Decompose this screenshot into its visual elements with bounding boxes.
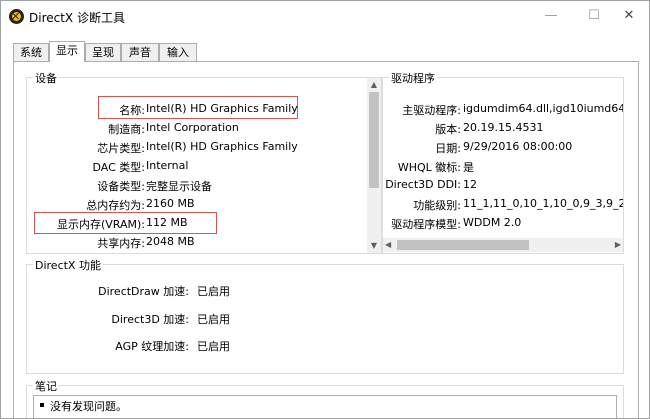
main-driver-label: 主驱动程序: (402, 104, 461, 117)
features-group-title: DirectX 功能 (33, 257, 103, 273)
scroll-left-arrow-icon[interactable]: ◀ (385, 239, 391, 251)
directdraw-accel-label: DirectDraw 加速: (98, 285, 189, 298)
whql-value: 是 (463, 161, 474, 174)
driver-version-label: 版本: (435, 123, 461, 136)
main-driver-value: igdumdim64.dll,igd10iumd64.dll,igd1 (463, 102, 623, 115)
directx-icon (9, 9, 24, 24)
tab-input[interactable]: 输入 (159, 43, 197, 61)
driver-model-value: WDDM 2.0 (463, 216, 522, 229)
maximize-button[interactable]: ☐ (582, 7, 606, 25)
d3d-ddi-value: 12 (463, 178, 477, 191)
device-info-list: 名称: Intel(R) HD Graphics Family 制造商: Int… (27, 78, 367, 253)
device-group: 设备 名称: Intel(R) HD Graphics Family 制造商: … (26, 70, 382, 254)
total-memory-value: 2160 MB (146, 197, 195, 210)
agp-texture-accel-label: AGP 纹理加速: (115, 340, 189, 353)
minimize-button[interactable]: — (539, 7, 563, 25)
device-scroll-thumb[interactable] (369, 92, 379, 188)
driver-model-label: 驱动程序模型: (391, 218, 461, 231)
total-memory-label: 总内存约为: (86, 199, 145, 212)
device-name-label: 名称: (119, 104, 145, 117)
scroll-down-arrow-icon[interactable]: ▼ (367, 240, 381, 252)
feature-levels-label: 功能级别: (413, 199, 461, 212)
scroll-right-arrow-icon[interactable]: ▶ (615, 239, 621, 251)
driver-scroll-thumb[interactable] (397, 240, 529, 250)
dac-type-label: DAC 类型: (92, 161, 146, 174)
tab-render[interactable]: 呈现 (85, 43, 121, 61)
shared-memory-value: 2048 MB (146, 235, 195, 248)
driver-info-list: 主驱动程序: igdumdim64.dll,igd10iumd64.dll,ig… (383, 78, 623, 238)
bullet-icon (40, 403, 44, 407)
tab-sound[interactable]: 声音 (121, 43, 159, 61)
driver-horizontal-scrollbar[interactable]: ◀ ▶ (383, 238, 623, 252)
chip-type-label: 芯片类型: (97, 142, 145, 155)
scroll-up-arrow-icon[interactable]: ▲ (367, 79, 381, 91)
manufacturer-value: Intel Corporation (146, 121, 239, 134)
device-vertical-scrollbar[interactable]: ▲ ▼ (367, 78, 381, 253)
tab-display[interactable]: 显示 (49, 41, 85, 62)
directx-features-group: DirectX 功能 DirectDraw 加速: 已启用 Direct3D 加… (26, 257, 624, 374)
notes-group: 笔记 没有发现问题。 (26, 378, 624, 418)
driver-version-value: 20.19.15.4531 (463, 121, 544, 134)
driver-date-value: 9/29/2016 08:00:00 (463, 140, 573, 153)
directx-diag-window: DirectX 诊断工具 — ☐ ✕ 系统 显示 呈现 声音 输入 设备 名称:… (0, 0, 650, 419)
vram-value: 112 MB (146, 216, 188, 229)
tab-system[interactable]: 系统 (13, 43, 49, 61)
direct3d-accel-label: Direct3D 加速: (111, 313, 189, 326)
title-bar[interactable]: DirectX 诊断工具 — ☐ ✕ (1, 1, 649, 32)
dac-type-value: Internal (146, 159, 189, 172)
window-title: DirectX 诊断工具 (29, 11, 125, 25)
driver-group: 驱动程序 主驱动程序: igdumdim64.dll,igd10iumd64.d… (382, 70, 624, 254)
whql-label: WHQL 徽标: (397, 161, 461, 174)
d3d-ddi-label: Direct3D DDI: (385, 178, 461, 191)
agp-texture-accel-value: 已启用 (197, 340, 230, 353)
device-type-label: 设备类型: (97, 180, 145, 193)
device-name-value: Intel(R) HD Graphics Family (146, 102, 298, 115)
manufacturer-label: 制造商: (108, 123, 145, 136)
shared-memory-label: 共享内存: (97, 237, 145, 250)
chip-type-value: Intel(R) HD Graphics Family (146, 140, 298, 153)
direct3d-accel-value: 已启用 (197, 313, 230, 326)
notes-textbox[interactable]: 没有发现问题。 (33, 395, 617, 418)
driver-date-label: 日期: (435, 142, 461, 155)
directdraw-accel-value: 已启用 (197, 285, 230, 298)
notes-item: 没有发现问题。 (50, 400, 127, 413)
device-type-value: 完整显示设备 (146, 180, 212, 193)
vram-label: 显示内存(VRAM): (56, 218, 145, 231)
feature-levels-value: 11_1,11_0,10_1,10_0,9_3,9_2,9_1 (463, 197, 623, 210)
close-button[interactable]: ✕ (617, 7, 641, 25)
notes-group-title: 笔记 (33, 378, 59, 394)
display-tab-panel: 设备 名称: Intel(R) HD Graphics Family 制造商: … (13, 61, 639, 418)
